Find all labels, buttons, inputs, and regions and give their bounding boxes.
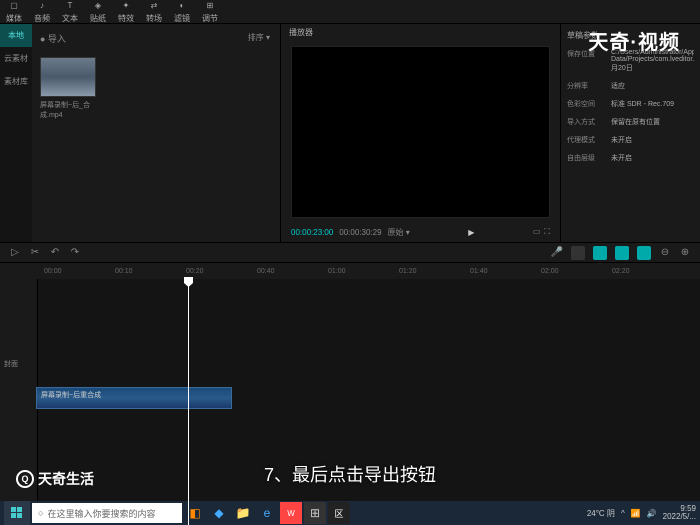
- prop-value: 适应: [611, 81, 694, 91]
- ruler-tick: 02:00: [541, 268, 559, 275]
- aspect-ratio-dropdown[interactable]: 原始 ▾: [388, 227, 410, 238]
- ruler-tick: 00:10: [115, 268, 133, 275]
- sort-dropdown[interactable]: 排序 ▾: [248, 32, 270, 43]
- ruler-tick: 00:20: [186, 268, 204, 275]
- timeline-toolbar: ▷ ✂ ↶ ↷ 🎤 ⊖ ⊕: [0, 242, 700, 262]
- tool-transition[interactable]: ⇄转场: [146, 0, 162, 24]
- tray-network-icon[interactable]: 📶: [631, 509, 641, 518]
- ruler-tick: 01:00: [328, 268, 346, 275]
- select-tool[interactable]: ▷: [8, 246, 22, 260]
- timecode-current: 00:00:23:00: [291, 228, 333, 237]
- timecode-total: 00:00:30:29: [339, 228, 381, 237]
- zoom-out-icon[interactable]: ⊖: [658, 246, 672, 260]
- media-thumbnail-label: 屏幕录制~后_合成.mp4: [40, 100, 100, 120]
- media-tab-cloud[interactable]: 云素材: [0, 47, 32, 70]
- tool-filter[interactable]: ◐滤镜: [174, 0, 190, 24]
- prop-label: 自由层级: [567, 153, 603, 163]
- ruler-tick: 02:20: [612, 268, 630, 275]
- ruler-tick: 01:20: [399, 268, 417, 275]
- prop-label: 导入方式: [567, 117, 603, 127]
- task-icon-app[interactable]: ⊞: [304, 502, 326, 524]
- task-icon-folder[interactable]: 📁: [232, 502, 254, 524]
- tray-volume-icon[interactable]: 🔊: [647, 509, 657, 518]
- tool-audio[interactable]: ♪音频: [34, 0, 50, 24]
- prop-value: 保留在原有位置: [611, 117, 694, 127]
- prop-value: 未开启: [611, 153, 694, 163]
- timeline-ruler[interactable]: 00:00 00:10 00:20 00:40 01:00 01:20 01:4…: [0, 263, 700, 279]
- track-label-cover: 封面: [4, 359, 18, 369]
- task-icon-wps[interactable]: W: [280, 502, 302, 524]
- prop-label: 代理模式: [567, 135, 603, 145]
- tutorial-caption: 7、最后点击导出按钮: [0, 461, 700, 487]
- play-button[interactable]: ▶: [468, 228, 474, 237]
- undo-tool[interactable]: ↶: [48, 246, 62, 260]
- start-button[interactable]: [4, 501, 30, 525]
- tool-effects[interactable]: ✦特效: [118, 0, 134, 24]
- task-icon-2[interactable]: ◆: [208, 502, 230, 524]
- main-toolbar: ▢媒体 ♪音频 T文本 ◈贴纸 ✦特效 ⇄转场 ◐滤镜 ⊞调节: [0, 0, 700, 24]
- mic-icon[interactable]: 🎤: [550, 246, 564, 260]
- watermark: 天奇·视频: [588, 26, 680, 55]
- tool-sticker[interactable]: ◈贴纸: [90, 0, 106, 24]
- tool-media[interactable]: ▢媒体: [6, 0, 22, 24]
- ruler-tick: 01:40: [470, 268, 488, 275]
- task-icon-jianying[interactable]: 区: [328, 502, 350, 524]
- timeline-ctrl-4[interactable]: [637, 246, 651, 260]
- cut-tool[interactable]: ✂: [28, 246, 42, 260]
- logo-icon: Q: [16, 470, 34, 488]
- preview-panel: 播放器 00:00:23:00 00:00:30:29 原始 ▾ ▶ ▭ ⛶: [280, 24, 560, 242]
- redo-tool[interactable]: ↷: [68, 246, 82, 260]
- prop-value: 标准 SDR - Rec.709: [611, 99, 694, 109]
- task-icon-edge[interactable]: e: [256, 502, 278, 524]
- fullscreen-icon[interactable]: ⛶: [544, 227, 550, 237]
- playhead[interactable]: [188, 279, 189, 525]
- timeline-ctrl-3[interactable]: [615, 246, 629, 260]
- prop-label: 分辨率: [567, 81, 603, 91]
- ruler-tick: 00:40: [257, 268, 275, 275]
- media-tab-library[interactable]: 素材库: [0, 70, 32, 93]
- timeline-ctrl-1[interactable]: [571, 246, 585, 260]
- search-icon: ○: [38, 508, 43, 518]
- zoom-in-icon[interactable]: ⊕: [678, 246, 692, 260]
- windows-taskbar: ○ 在这里输入你要搜索的内容 ◧ ◆ 📁 e W ⊞ 区 24°C 阴 ^ 📶 …: [0, 501, 700, 525]
- video-clip[interactable]: 屏幕录制~后重合成: [36, 387, 232, 409]
- media-panel: 本地 云素材 素材库 ● 导入 排序 ▾ 屏幕录制~后_合成.mp4: [0, 24, 280, 242]
- preview-header: 播放器: [281, 24, 560, 42]
- video-preview[interactable]: [291, 46, 550, 218]
- prop-label: 色彩空间: [567, 99, 603, 109]
- import-button[interactable]: ● 导入: [40, 32, 66, 45]
- taskbar-search[interactable]: ○ 在这里输入你要搜索的内容: [32, 503, 182, 523]
- media-tab-local[interactable]: 本地: [0, 24, 32, 47]
- scale-icon[interactable]: ▭: [533, 227, 541, 237]
- media-thumbnail[interactable]: [40, 57, 96, 97]
- properties-panel: 草稿参数 保存位置C:/Users/Administrator/AppData/…: [560, 24, 700, 242]
- clock-date[interactable]: 2022/5/...: [663, 513, 696, 521]
- brand-logo: Q 天奇生活: [16, 469, 94, 489]
- tool-text[interactable]: T文本: [62, 0, 78, 24]
- prop-value: 未开启: [611, 135, 694, 145]
- system-tray[interactable]: 24°C 阴 ^ 📶 🔊 9:59 2022/5/...: [587, 505, 696, 521]
- weather-widget[interactable]: 24°C 阴: [587, 508, 615, 519]
- timeline-ctrl-2[interactable]: [593, 246, 607, 260]
- tool-adjust[interactable]: ⊞调节: [202, 0, 218, 24]
- ruler-tick: 00:00: [44, 268, 62, 275]
- tray-up-icon[interactable]: ^: [621, 509, 625, 518]
